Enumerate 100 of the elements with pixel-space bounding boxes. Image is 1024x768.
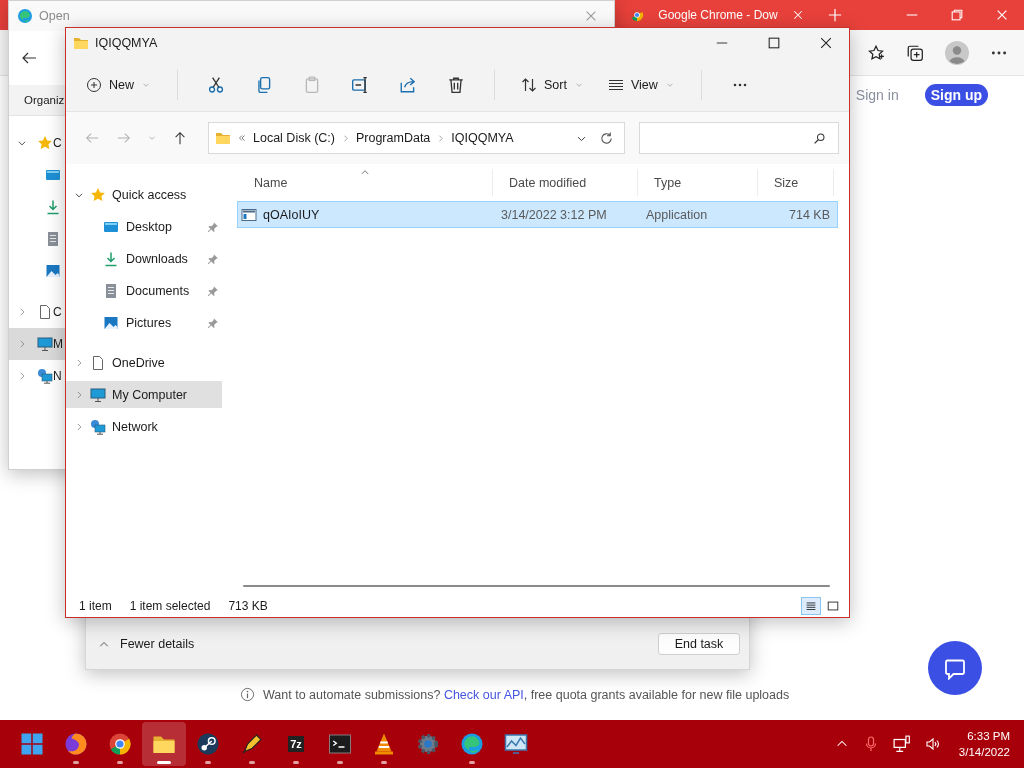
breadcrumb[interactable]: ProgramData	[355, 131, 431, 145]
view-button[interactable]: View	[599, 67, 683, 102]
chevron-right-icon[interactable]	[17, 371, 27, 381]
tiles-view-icon	[826, 599, 840, 613]
sign-up-button[interactable]: Sign up	[924, 84, 988, 106]
picture-icon	[103, 315, 119, 331]
chevron-down-icon[interactable]	[17, 138, 27, 148]
tree-item[interactable]: M	[9, 328, 65, 360]
app-icon	[196, 732, 220, 756]
api-link[interactable]: Check our API	[443, 687, 524, 702]
trash-icon[interactable]	[447, 75, 465, 94]
window-title: IQIQQMYA	[95, 36, 158, 50]
collections-icon[interactable]	[906, 43, 924, 62]
speaker-icon[interactable]	[924, 736, 941, 752]
end-task-button[interactable]: End task	[658, 633, 740, 655]
chevron-right-icon[interactable]	[17, 307, 27, 317]
browser-icon	[64, 732, 88, 756]
tree-item[interactable]: N	[9, 360, 65, 392]
avatar-icon[interactable]	[945, 40, 969, 65]
taskbar-button[interactable]	[142, 722, 186, 766]
organize-menu[interactable]: Organiz	[24, 94, 65, 106]
selection-info: 1 item selected	[129, 599, 211, 613]
copy-icon[interactable]	[255, 75, 273, 94]
computer-icon	[90, 386, 106, 403]
rename-icon[interactable]	[351, 75, 369, 94]
info-icon	[240, 687, 255, 702]
column-header[interactable]: Size	[758, 169, 834, 196]
breadcrumb[interactable]: Local Disk (C:)	[253, 131, 335, 145]
nav-item[interactable]: OneDrive	[66, 347, 222, 379]
breadcrumb[interactable]: IQIQQMYA	[451, 131, 514, 145]
clock-date[interactable]: 3/14/2022	[958, 744, 1010, 760]
star-icon	[90, 187, 106, 203]
file-row[interactable]: qOAIoIUY 3/14/2022 3:12 PM Application 714 KB	[238, 202, 837, 227]
maximize-icon[interactable]	[767, 36, 781, 50]
folder-icon	[73, 35, 89, 51]
new-button[interactable]: New	[78, 67, 159, 102]
nav-item[interactable]: Desktop	[66, 211, 222, 243]
pencil-icon	[240, 732, 264, 756]
refresh-icon[interactable]	[599, 130, 614, 146]
page-icon	[90, 355, 106, 371]
column-header[interactable]: Date modified	[493, 169, 638, 196]
details-view-icon	[804, 599, 818, 613]
restore-icon[interactable]	[949, 8, 964, 22]
folder-icon	[215, 130, 231, 146]
app-logo: 7z	[288, 736, 304, 752]
computer-icon	[37, 336, 53, 352]
fewer-details-button[interactable]: Fewer details	[98, 637, 195, 651]
chevron-right-icon[interactable]	[74, 358, 84, 368]
taskbar-button[interactable]: 7z	[274, 722, 318, 766]
gear-icon	[416, 732, 440, 756]
document-icon	[45, 231, 61, 247]
item-count: 1 item	[79, 599, 112, 613]
details-view-button[interactable]	[801, 597, 821, 615]
selection-size: 713 KB	[228, 599, 268, 613]
nav-item[interactable]: Quick access	[66, 179, 222, 211]
document-icon	[103, 283, 119, 299]
share-icon[interactable]	[399, 75, 417, 94]
table-cell-text: 714 KB	[788, 207, 831, 222]
tree-item[interactable]: C	[9, 296, 65, 328]
page-icon	[37, 304, 53, 320]
nav-item[interactable]: Network	[66, 411, 222, 443]
plus-icon	[86, 76, 102, 93]
column-header[interactable]: Type	[638, 169, 758, 196]
sort-button[interactable]: Sort	[513, 67, 592, 102]
search-icon	[813, 131, 826, 145]
close-icon[interactable]	[819, 36, 833, 50]
terminal-icon	[328, 732, 352, 756]
address-bar[interactable]: Local Disk (C:) ProgramData IQIQQMYA	[208, 122, 625, 154]
horizontal-scrollbar[interactable]	[243, 585, 830, 587]
download-icon	[45, 199, 61, 215]
cone-icon	[372, 732, 396, 756]
network-icon	[90, 419, 106, 435]
clock-time[interactable]: 6:33 PM	[967, 728, 1010, 744]
application-icon	[241, 206, 257, 223]
browser-icon	[460, 732, 484, 756]
star-icon	[37, 135, 53, 151]
nav-item[interactable]: Downloads	[66, 243, 222, 275]
scissors-icon[interactable]	[207, 75, 225, 94]
tree-item[interactable]: C	[9, 127, 65, 159]
up-arrow-icon[interactable]	[173, 131, 187, 145]
browser-icon	[17, 8, 33, 24]
notice-text: Want to automate submissions? Check our API, free quota grants available for new file uploads	[263, 687, 790, 702]
favorites-icon[interactable]	[867, 43, 885, 62]
desktop-icon	[45, 167, 61, 183]
network-icon[interactable]	[892, 735, 911, 753]
chevron-down-icon[interactable]	[74, 190, 84, 200]
window-title: Open	[39, 9, 70, 23]
column-header[interactable]: Name	[238, 169, 493, 196]
back-arrow-icon[interactable]	[21, 50, 37, 66]
nav-item[interactable]: My Computer	[66, 381, 222, 408]
search-field[interactable]	[639, 122, 839, 154]
nav-item[interactable]: Documents	[66, 275, 222, 307]
network-icon	[37, 368, 53, 384]
table-cell-text: 3/14/2022 3:12 PM	[500, 207, 608, 222]
desktop-icon	[103, 219, 119, 235]
download-icon	[103, 251, 119, 267]
chevron-right-icon[interactable]	[74, 422, 84, 432]
new-tab-icon[interactable]	[827, 8, 842, 22]
table-cell-text: Application	[645, 207, 709, 222]
nav-item[interactable]: Pictures	[66, 307, 222, 339]
